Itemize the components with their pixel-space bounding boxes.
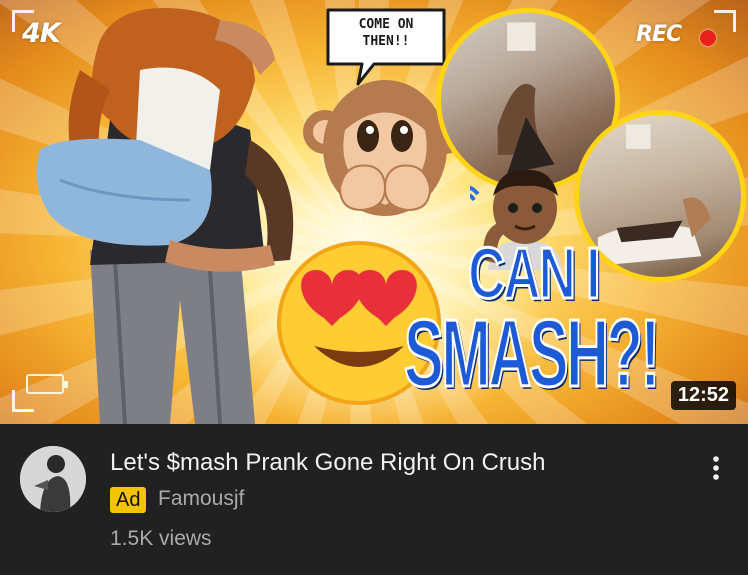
video-thumbnail[interactable]: 4K REC COME ON THEN!! CAN I SMASH?! 12:5… [0, 0, 748, 424]
ad-badge: Ad [110, 487, 147, 513]
more-options-button[interactable] [696, 448, 736, 488]
speech-bubble-text: COME ON THEN!! [358, 17, 414, 49]
more-vert-icon [713, 456, 719, 480]
channel-avatar[interactable] [20, 446, 86, 512]
video-duration: 12:52 [670, 381, 736, 410]
rec-label: REC [636, 22, 682, 47]
inset-photo-2 [574, 110, 746, 282]
battery-icon [26, 374, 68, 394]
view-count: 1.5K views [110, 527, 212, 550]
thumbnail-title-line2: SMASH?! [403, 300, 661, 407]
frame-corner-top-right [714, 10, 736, 32]
badge-4k: 4K [22, 18, 61, 49]
record-dot-icon [700, 30, 716, 46]
channel-name[interactable]: Famousjf [158, 484, 244, 514]
avatar-image [20, 446, 86, 512]
video-card[interactable]: 4K REC COME ON THEN!! CAN I SMASH?! 12:5… [0, 0, 748, 575]
video-title[interactable]: Let's $mash Prank Gone Right On Crush [110, 448, 670, 478]
